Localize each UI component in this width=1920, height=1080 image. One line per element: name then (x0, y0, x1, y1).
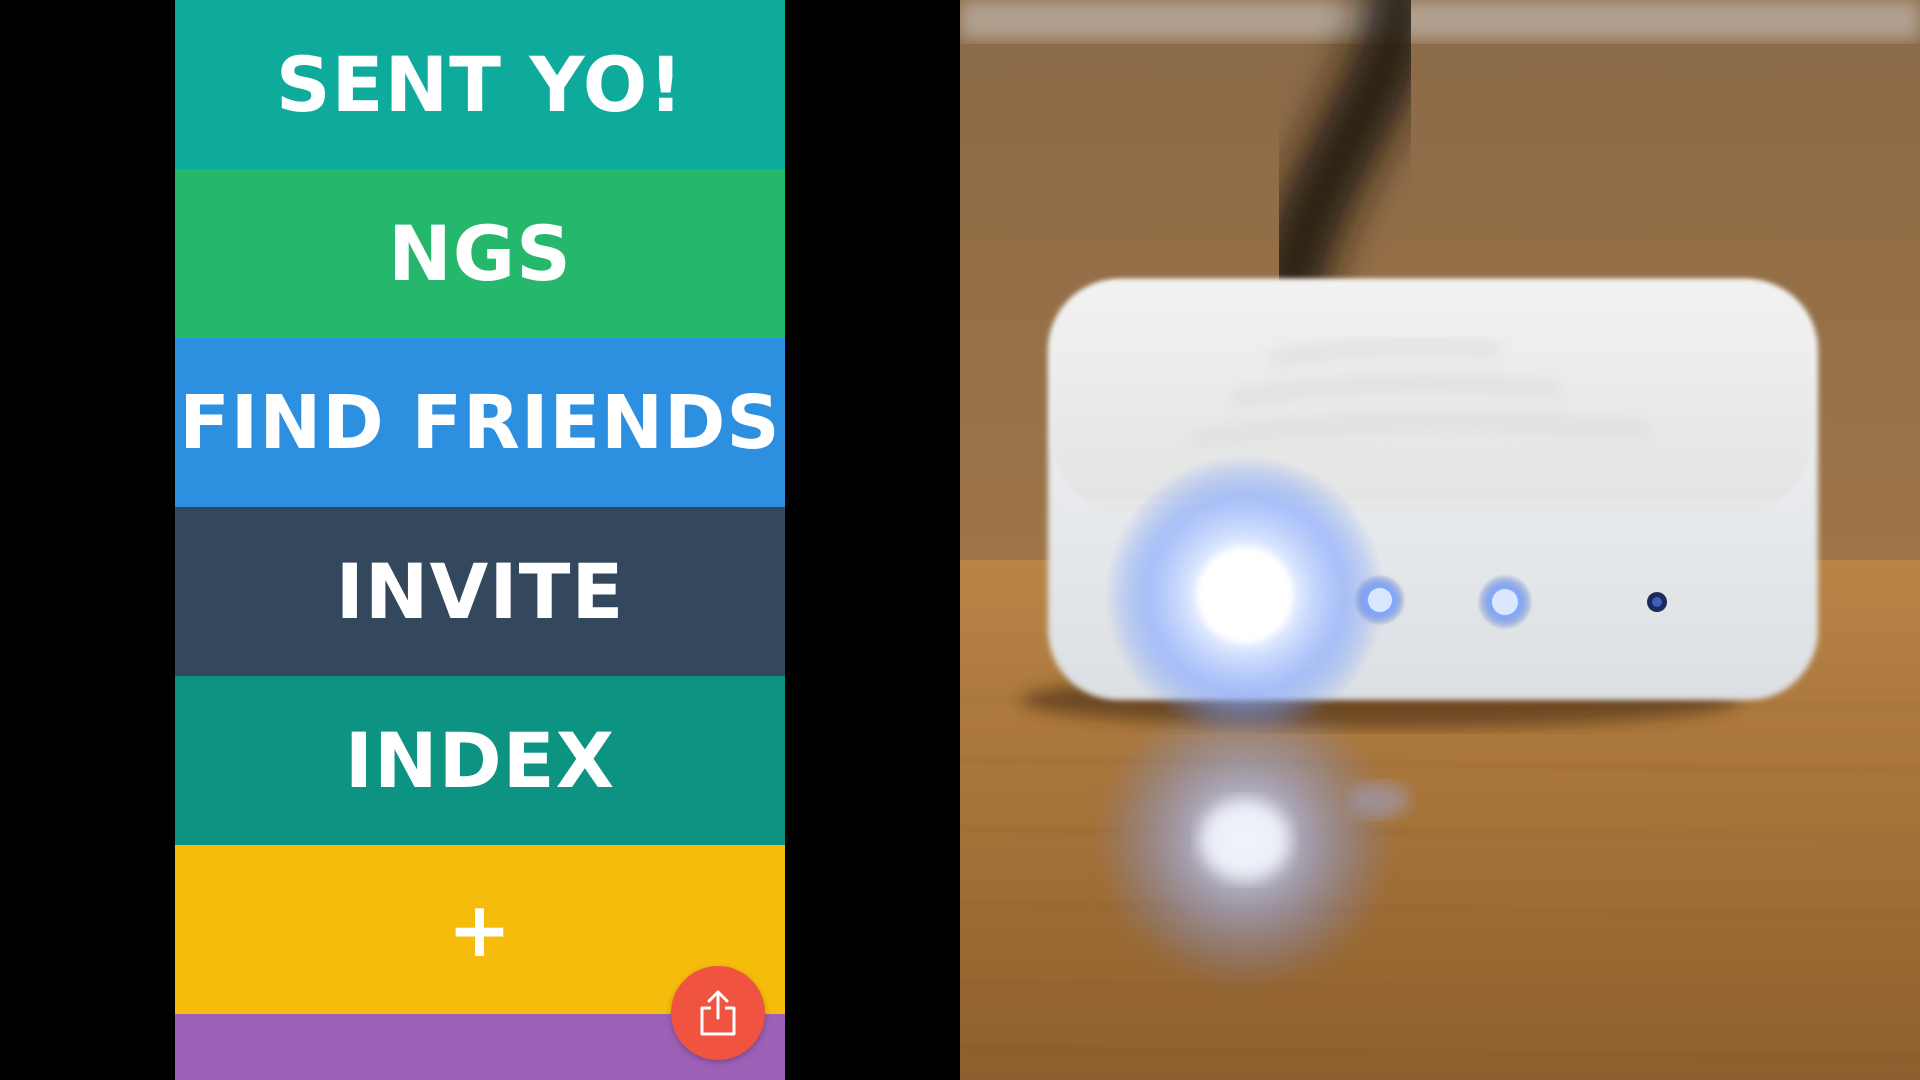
share-icon (700, 990, 736, 1036)
row-invite[interactable]: INVITE (175, 507, 785, 676)
row-sent-yo[interactable]: SENT YO! (175, 0, 785, 169)
row-label: NGS (388, 209, 572, 298)
yo-app-screen: SENT YO! NGS FIND FRIENDS INVITE INDEX + (175, 0, 785, 1080)
row-find-friends[interactable]: FIND FRIENDS (175, 338, 785, 507)
row-label: FIND FRIENDS (179, 379, 781, 466)
row-label: INVITE (335, 547, 625, 636)
device-photo-illustration (960, 0, 1920, 1080)
video-frame: SENT YO! NGS FIND FRIENDS INVITE INDEX + (0, 0, 1920, 1080)
row-label: INDEX (344, 716, 616, 805)
row-ngs[interactable]: NGS (175, 169, 785, 338)
row-index[interactable]: INDEX (175, 676, 785, 845)
row-label: SENT YO! (275, 40, 685, 129)
device-photo (960, 0, 1920, 1080)
share-button[interactable] (671, 966, 765, 1060)
add-label: + (447, 885, 513, 974)
